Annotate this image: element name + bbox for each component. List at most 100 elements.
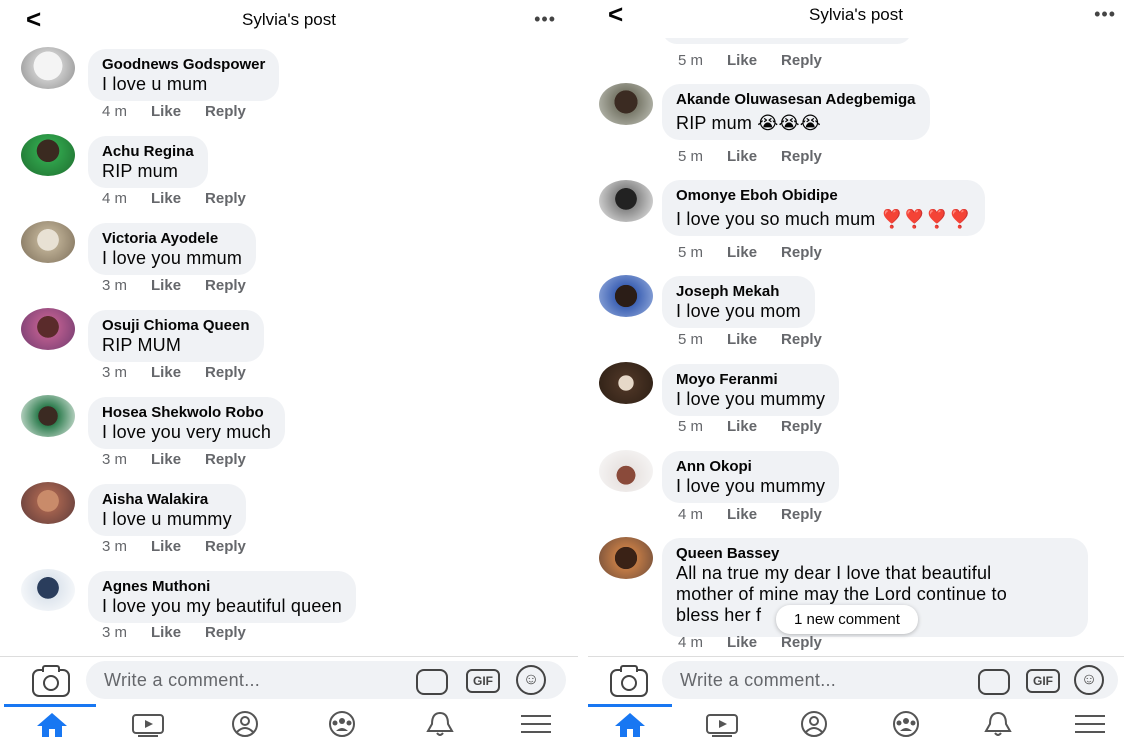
avatar[interactable] bbox=[21, 482, 75, 524]
like-button[interactable]: Like bbox=[727, 148, 757, 165]
gif-button[interactable]: GIF bbox=[1026, 669, 1060, 693]
comment-bubble: Osuji Chioma Queen RIP MUM bbox=[88, 310, 264, 362]
like-button[interactable]: Like bbox=[727, 331, 757, 348]
comment-composer: Write a comment... GIF ☺ bbox=[0, 656, 578, 703]
reply-button[interactable]: Reply bbox=[205, 190, 246, 207]
camera-icon[interactable] bbox=[610, 665, 648, 697]
reply-button[interactable]: Reply bbox=[205, 538, 246, 555]
home-icon[interactable] bbox=[610, 710, 650, 738]
comment-composer: Write a comment... GIF ☺ bbox=[588, 656, 1124, 703]
more-options-icon[interactable]: ••• bbox=[1094, 4, 1116, 25]
groups-icon[interactable] bbox=[886, 710, 926, 738]
like-button[interactable]: Like bbox=[151, 277, 181, 294]
comment-bubble: Victoria Ayodele I love you mmum bbox=[88, 223, 257, 275]
commenter-name[interactable]: Queen Bassey bbox=[676, 545, 1074, 563]
comment-input[interactable]: Write a comment... GIF ☺ bbox=[662, 661, 1118, 699]
like-button[interactable]: Like bbox=[727, 244, 757, 261]
comment-meta: 3 m Like Reply bbox=[102, 451, 270, 468]
commenter-name[interactable]: Joseph Mekah bbox=[676, 283, 801, 301]
commenter-name[interactable]: Agnes Muthoni bbox=[102, 578, 342, 596]
bottom-tab-bar bbox=[588, 704, 1124, 740]
sticker-icon[interactable] bbox=[416, 669, 448, 695]
reply-button[interactable]: Reply bbox=[781, 331, 822, 348]
avatar[interactable] bbox=[599, 362, 653, 404]
commenter-name[interactable]: Akande Oluwasesan Adegbemiga bbox=[676, 91, 916, 109]
profile-icon[interactable] bbox=[225, 710, 265, 738]
reply-button[interactable]: Reply bbox=[781, 634, 822, 651]
like-button[interactable]: Like bbox=[727, 52, 757, 69]
reply-button[interactable]: Reply bbox=[205, 364, 246, 381]
home-icon[interactable] bbox=[32, 710, 72, 738]
commenter-name[interactable]: Aisha Walakira bbox=[102, 491, 232, 509]
avatar[interactable] bbox=[21, 47, 75, 89]
comment-time: 5 m bbox=[678, 52, 704, 69]
comment-bubble: Omonye Eboh Obidipe I love you so much m… bbox=[662, 180, 986, 236]
menu-icon[interactable] bbox=[1070, 710, 1110, 738]
menu-icon[interactable] bbox=[516, 710, 556, 738]
commenter-name[interactable]: Omonye Eboh Obidipe bbox=[676, 187, 971, 205]
like-button[interactable]: Like bbox=[151, 364, 181, 381]
like-button[interactable]: Like bbox=[727, 634, 757, 651]
avatar[interactable] bbox=[599, 180, 653, 222]
avatar[interactable] bbox=[599, 450, 653, 492]
like-button[interactable]: Like bbox=[727, 418, 757, 435]
commenter-name[interactable]: Achu Regina bbox=[102, 143, 194, 161]
comment-bubble: Goodnews Godspower I love u mum bbox=[88, 49, 280, 101]
avatar[interactable] bbox=[21, 134, 75, 176]
reply-button[interactable]: Reply bbox=[205, 451, 246, 468]
comment-text: I love you very much bbox=[102, 422, 272, 442]
reply-button[interactable]: Reply bbox=[205, 624, 246, 641]
like-button[interactable]: Like bbox=[151, 103, 181, 120]
like-button[interactable]: Like bbox=[727, 506, 757, 523]
avatar[interactable] bbox=[21, 395, 75, 437]
like-button[interactable]: Like bbox=[151, 538, 181, 555]
post-header: < Sylvia's post ••• bbox=[0, 0, 578, 44]
reply-button[interactable]: Reply bbox=[205, 277, 246, 294]
comment-meta: 3 m Like Reply bbox=[102, 538, 270, 555]
video-icon[interactable] bbox=[702, 710, 742, 738]
commenter-name[interactable]: Moyo Feranmi bbox=[676, 371, 825, 389]
comment-meta: 5 m Like Reply bbox=[678, 331, 846, 348]
avatar[interactable] bbox=[599, 83, 653, 125]
reply-button[interactable]: Reply bbox=[205, 103, 246, 120]
like-button[interactable]: Like bbox=[151, 624, 181, 641]
comment-input[interactable]: Write a comment... GIF ☺ bbox=[86, 661, 566, 699]
gif-button[interactable]: GIF bbox=[466, 669, 500, 693]
like-button[interactable]: Like bbox=[151, 451, 181, 468]
groups-icon[interactable] bbox=[322, 710, 362, 738]
comment-text-line: mother of mine may the Lord continue to bbox=[676, 584, 1007, 604]
bell-icon[interactable] bbox=[978, 710, 1018, 738]
reply-button[interactable]: Reply bbox=[781, 244, 822, 261]
emoji-icon[interactable]: ☺ bbox=[516, 665, 546, 695]
bell-icon[interactable] bbox=[420, 710, 460, 738]
commenter-name[interactable]: Goodnews Godspower bbox=[102, 56, 265, 74]
avatar[interactable] bbox=[599, 537, 653, 579]
profile-icon[interactable] bbox=[794, 710, 834, 738]
avatar[interactable] bbox=[599, 275, 653, 317]
comment-text: I love you mmum bbox=[102, 248, 243, 268]
emoji-icon[interactable]: ☺ bbox=[1074, 665, 1104, 695]
comment-bubble: Achu Regina RIP mum bbox=[88, 136, 208, 188]
like-button[interactable]: Like bbox=[151, 190, 181, 207]
video-icon[interactable] bbox=[128, 710, 168, 738]
commenter-name[interactable]: Hosea Shekwolo Robo bbox=[102, 404, 271, 422]
comment-text: I love u mummy bbox=[102, 509, 232, 529]
avatar[interactable] bbox=[21, 569, 75, 611]
comment-time: 5 m bbox=[678, 418, 704, 435]
reply-button[interactable]: Reply bbox=[781, 52, 822, 69]
commenter-name[interactable]: Victoria Ayodele bbox=[102, 230, 242, 248]
comment-meta: 5 m Like Reply bbox=[678, 244, 846, 261]
comment-meta: 3 m Like Reply bbox=[102, 364, 270, 381]
new-comment-pill[interactable]: 1 new comment bbox=[776, 605, 918, 634]
reply-button[interactable]: Reply bbox=[781, 148, 822, 165]
comment-time: 3 m bbox=[102, 364, 128, 381]
commenter-name[interactable]: Ann Okopi bbox=[676, 458, 825, 476]
reply-button[interactable]: Reply bbox=[781, 418, 822, 435]
more-options-icon[interactable]: ••• bbox=[534, 9, 556, 30]
avatar[interactable] bbox=[21, 221, 75, 263]
commenter-name[interactable]: Osuji Chioma Queen bbox=[102, 317, 250, 335]
reply-button[interactable]: Reply bbox=[781, 506, 822, 523]
avatar[interactable] bbox=[21, 308, 75, 350]
camera-icon[interactable] bbox=[32, 665, 70, 697]
sticker-icon[interactable] bbox=[978, 669, 1010, 695]
